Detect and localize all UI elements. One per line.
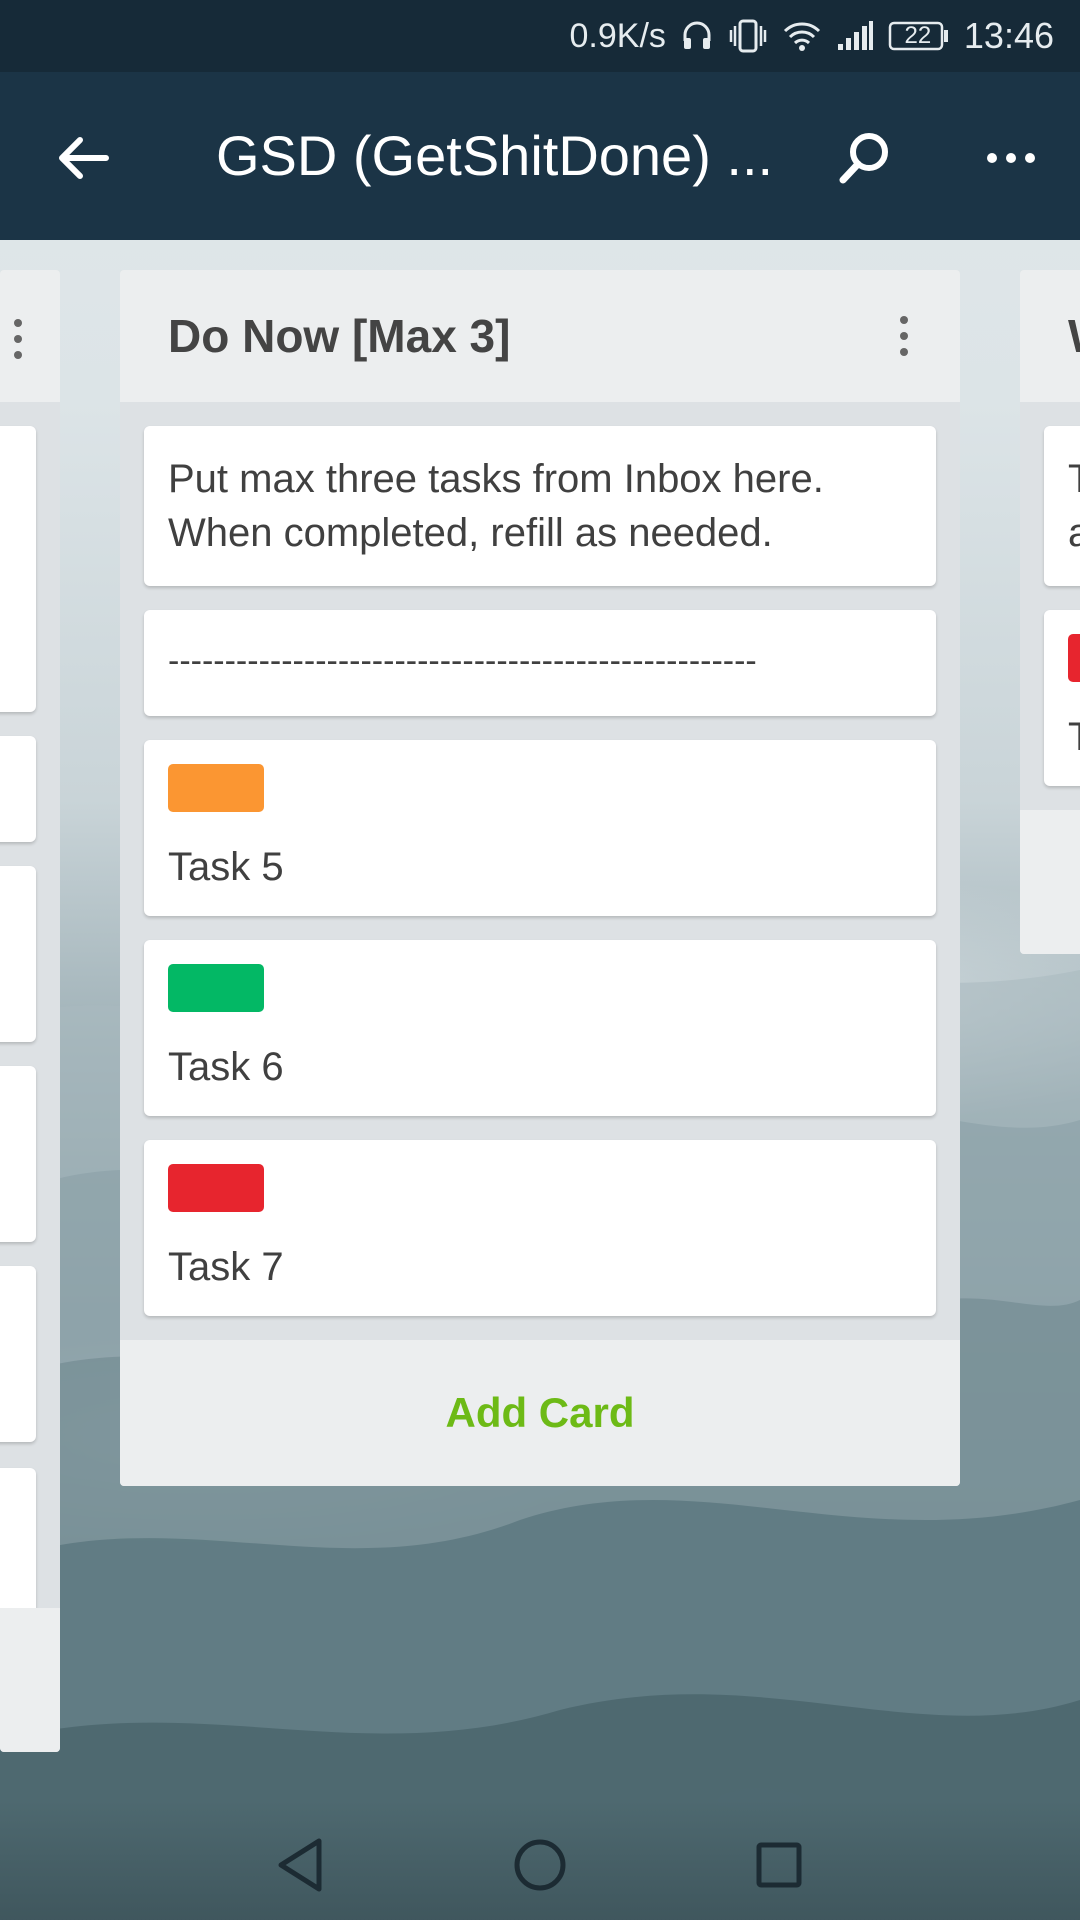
label-green [168, 964, 264, 1012]
card-text: Task 5 [168, 845, 284, 889]
square-recents-icon [756, 1842, 802, 1888]
status-bar: 0.9K/s 22 13:46 [0, 0, 1080, 72]
left-list-card[interactable] [0, 1266, 36, 1442]
navigation-bar [0, 1800, 1080, 1920]
arrow-left-icon [59, 137, 109, 179]
card-text: a [1068, 511, 1080, 555]
right-list-card[interactable]: T a [1044, 426, 1080, 586]
label-red [168, 1164, 264, 1212]
more-horizontal-icon [987, 153, 1035, 163]
right-list-footer[interactable] [1020, 810, 1080, 954]
label-orange [168, 764, 264, 812]
network-speed: 0.9K/s [569, 16, 666, 55]
search-icon [839, 133, 888, 184]
card-text: Task 6 [168, 1045, 284, 1089]
list-title[interactable]: Do Now [Max 3] [168, 306, 510, 366]
card-text: T [1068, 710, 1080, 764]
left-list-card[interactable] [0, 736, 36, 842]
right-list-title[interactable]: W [1068, 306, 1080, 366]
right-list[interactable]: W T a T [1020, 270, 1080, 954]
add-card-area: Add Card [120, 1340, 960, 1486]
headphones-icon [680, 19, 714, 53]
card-divider[interactable]: ----------------------------------------… [144, 610, 936, 716]
right-list-card[interactable]: T [1044, 610, 1080, 786]
signal-icon [836, 20, 874, 52]
nav-recents-button[interactable] [734, 1820, 824, 1910]
card-task-6[interactable]: Task 6 [144, 940, 936, 1116]
card-instructions[interactable]: Put max three tasks from Inbox here. Whe… [144, 426, 936, 586]
card-text: T [1068, 452, 1080, 506]
card-task-5[interactable]: Task 5 [144, 740, 936, 916]
back-button[interactable] [40, 116, 124, 200]
card-task-7[interactable]: Task 7 [144, 1140, 936, 1316]
app-bar: GSD (GetShitDone) ... [0, 72, 1080, 240]
battery-icon: 22 [888, 20, 950, 52]
card-text: ----------------------------------------… [168, 642, 757, 680]
vibrate-icon [728, 18, 768, 54]
battery-level: 22 [904, 22, 932, 49]
nav-back-button[interactable] [256, 1820, 346, 1910]
circle-home-icon [514, 1839, 566, 1891]
left-list-card[interactable] [0, 1066, 36, 1242]
nav-home-button[interactable] [495, 1820, 585, 1910]
card-text: Put max three tasks from Inbox here. Whe… [168, 457, 824, 555]
card-text: Task 7 [168, 1245, 284, 1289]
vertical-dots-icon[interactable] [8, 316, 28, 362]
left-list-card[interactable] [0, 1468, 36, 1608]
triangle-back-icon [278, 1838, 322, 1892]
search-button[interactable] [820, 116, 910, 200]
left-list-card[interactable] [0, 426, 36, 712]
screen: 0.9K/s 22 13:46 GSD (GetShitDone) ... Do… [0, 0, 1080, 1920]
clock: 13:46 [963, 15, 1054, 56]
board-title: GSD (GetShitDone) ... [216, 124, 774, 187]
label-red [1068, 634, 1080, 682]
left-list-card[interactable] [0, 866, 36, 1042]
vertical-dots-icon [900, 316, 908, 356]
add-card-button[interactable]: Add Card [120, 1340, 960, 1486]
left-list[interactable] [0, 270, 60, 1752]
list-menu-button[interactable] [876, 306, 932, 366]
left-list-footer[interactable] [0, 1608, 60, 1752]
more-options-button[interactable] [966, 116, 1056, 200]
list-do-now: Do Now [Max 3] Put max three tasks from … [120, 270, 960, 1486]
wifi-icon [782, 19, 822, 53]
